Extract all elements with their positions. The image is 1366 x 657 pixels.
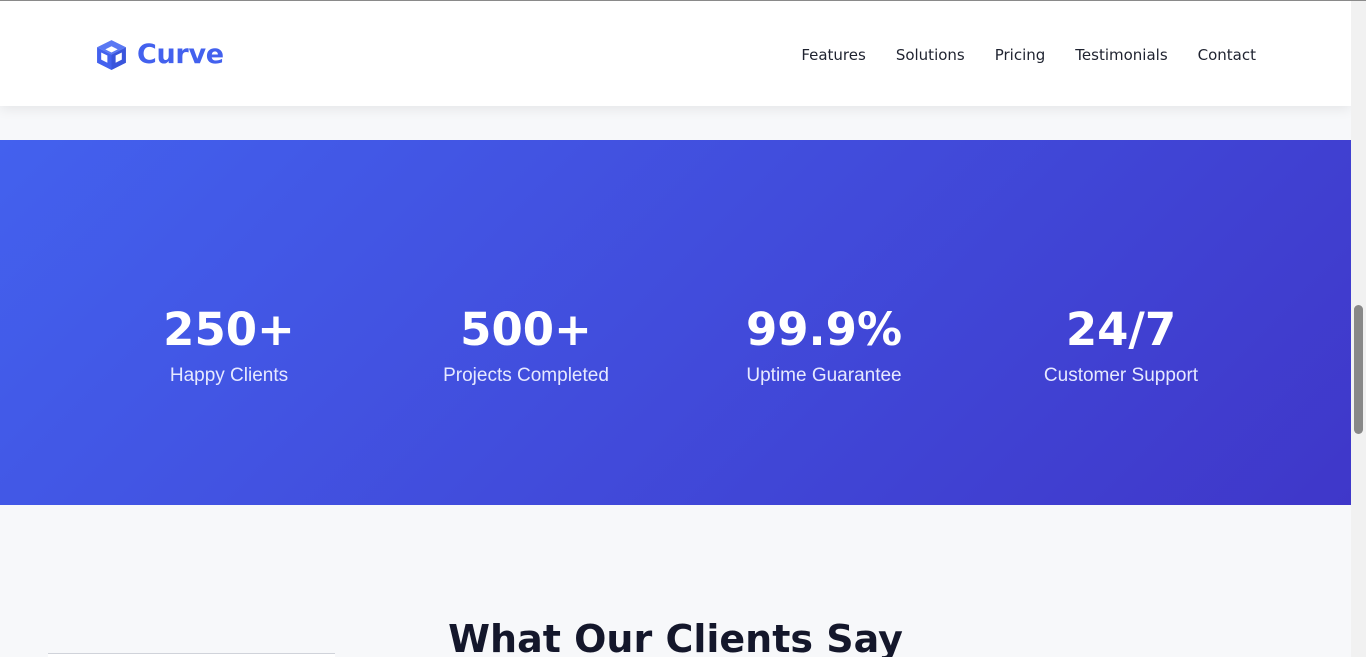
stat-uptime-guarantee: 99.9% Uptime Guarantee <box>694 302 954 388</box>
scrollbar-thumb[interactable] <box>1354 305 1363 434</box>
stat-label: Happy Clients <box>169 365 289 386</box>
nav-link-features[interactable]: Features <box>801 43 866 67</box>
cube-icon <box>97 40 126 70</box>
stat-label: Uptime Guarantee <box>746 365 902 386</box>
page-scrollbar[interactable] <box>1351 0 1366 657</box>
stat-value: 500+ <box>460 303 592 356</box>
stat-value: 24/7 <box>1065 303 1177 356</box>
stat-value: 250+ <box>163 303 295 356</box>
site-header: Curve Features Solutions Pricing Testimo… <box>0 1 1351 106</box>
logo-link[interactable]: Curve <box>95 38 224 71</box>
nav-link-contact[interactable]: Contact <box>1198 43 1256 67</box>
testimonial-card <box>48 653 335 657</box>
page: Curve Features Solutions Pricing Testimo… <box>0 0 1351 657</box>
testimonials-section: What Our Clients Say <box>0 505 1351 657</box>
nav-link-testimonials[interactable]: Testimonials <box>1075 43 1167 67</box>
stats-section: 250+ Happy Clients 500+ Projects Complet… <box>0 140 1351 505</box>
nav-link-pricing[interactable]: Pricing <box>995 43 1046 67</box>
stat-label: Customer Support <box>1043 365 1199 386</box>
stat-value: 99.9% <box>745 303 903 356</box>
section-title: What Our Clients Say <box>448 617 903 657</box>
main-nav: Features Solutions Pricing Testimonials … <box>801 43 1256 67</box>
stat-projects-completed: 500+ Projects Completed <box>396 302 656 388</box>
window-top-border <box>0 0 1366 1</box>
nav-link-solutions[interactable]: Solutions <box>896 43 965 67</box>
stat-happy-clients: 250+ Happy Clients <box>99 302 359 388</box>
logo-text: Curve <box>137 39 224 70</box>
stat-label: Projects Completed <box>443 365 609 386</box>
stat-customer-support: 24/7 Customer Support <box>991 302 1251 388</box>
